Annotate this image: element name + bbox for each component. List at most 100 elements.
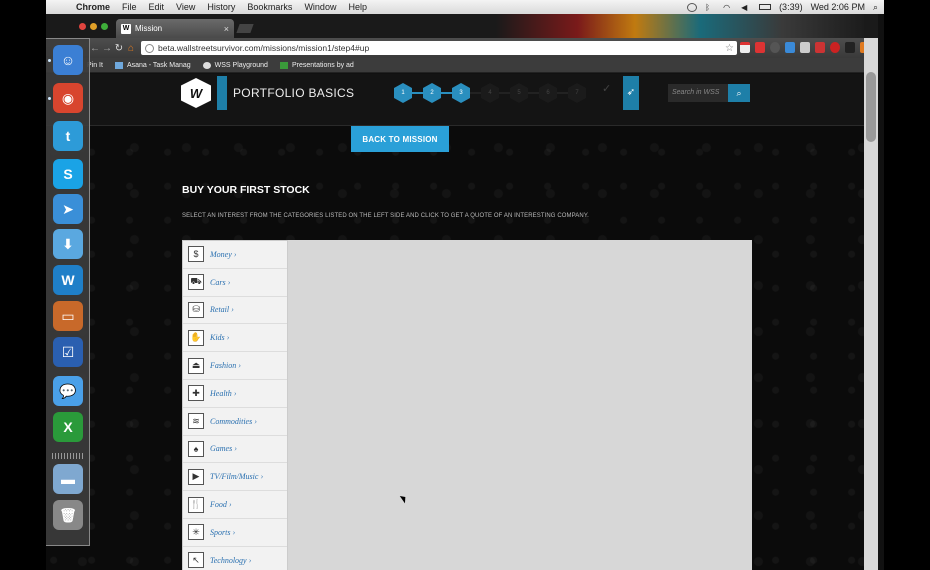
back-arrow-icon[interactable]: ← [90, 43, 100, 54]
extension-ghost-icon[interactable] [770, 42, 780, 53]
step-2[interactable]: 2 [423, 83, 441, 103]
extension-page-icon[interactable] [785, 42, 795, 53]
folder-icon[interactable]: ▬ [53, 464, 83, 494]
category-label[interactable]: Games › [210, 444, 237, 453]
url-text[interactable]: beta.wallstreetsurvivor.com/missions/mis… [158, 43, 369, 53]
category-item[interactable]: ⏏ Fashion › [183, 352, 287, 380]
address-bar[interactable]: beta.wallstreetsurvivor.com/missions/mis… [141, 41, 737, 55]
paper-plane-icon[interactable]: ➤ [53, 194, 83, 224]
page-info-icon[interactable] [145, 43, 154, 53]
cursor-icon: ↖ [188, 552, 204, 569]
new-tab-button[interactable] [236, 24, 254, 33]
extension-lastpass-icon[interactable] [830, 42, 840, 53]
category-label[interactable]: Food › [210, 500, 232, 509]
battery-icon[interactable] [759, 4, 772, 10]
category-item[interactable]: ♠ Games › [183, 436, 287, 464]
twitter-icon[interactable]: t [53, 121, 83, 151]
bookmark-presentations[interactable]: Presentations by ad [279, 61, 354, 69]
volume-icon[interactable]: ◀ [741, 3, 751, 12]
step-3[interactable]: 3 [452, 83, 470, 103]
extension-bug-icon[interactable] [815, 42, 825, 53]
menu-window[interactable]: Window [304, 2, 336, 12]
spade-icon: ♠ [188, 440, 204, 457]
wss-w-icon[interactable]: W [53, 265, 83, 295]
category-item[interactable]: $ Money › [183, 241, 287, 269]
step-1[interactable]: 1 [394, 83, 412, 103]
time-machine-icon[interactable] [687, 2, 698, 12]
folder-icon [114, 61, 123, 69]
category-label[interactable]: Fashion › [210, 361, 241, 370]
home-icon[interactable]: ⌂ [126, 43, 136, 54]
trash-icon[interactable]: 🗑 [53, 500, 83, 530]
bookmark-asana[interactable]: Asana - Task Manag [114, 61, 191, 69]
page-scrollbar[interactable] [864, 38, 878, 570]
extension-contrast-icon[interactable] [845, 42, 855, 53]
category-label[interactable]: TV/Film/Music › [210, 472, 263, 481]
category-label[interactable]: Kids › [210, 333, 229, 342]
menu-edit[interactable]: Edit [149, 2, 165, 12]
search-button[interactable]: ⌕ [728, 84, 750, 102]
logo-accent-bar [217, 76, 227, 110]
slideshow-icon[interactable]: ▭ [53, 301, 83, 331]
step-connector [557, 92, 568, 94]
extension-gmail-icon[interactable] [740, 42, 750, 53]
extension-plus-icon[interactable] [755, 42, 765, 53]
excel-icon[interactable]: X [53, 412, 83, 442]
category-label[interactable]: Health › [210, 389, 236, 398]
back-to-mission-button[interactable]: BACK TO MISSION [351, 126, 449, 152]
extension-square-icon[interactable] [800, 42, 810, 53]
media-play-icon: ▶ [188, 468, 204, 485]
tab-close-icon[interactable]: × [224, 24, 229, 34]
category-label[interactable]: Money › [210, 250, 236, 259]
menu-view[interactable]: View [176, 2, 195, 12]
spotlight-icon[interactable]: ⌕ [873, 2, 878, 13]
zoom-window-button[interactable] [101, 23, 108, 30]
scrollbar-thumb[interactable] [866, 72, 876, 142]
category-label[interactable]: Retail › [210, 305, 234, 314]
step-4: 4 [481, 83, 499, 103]
checkbox-app-icon[interactable]: ☑ [53, 337, 83, 367]
bookmark-label: Asana - Task Manag [126, 61, 191, 69]
chrome-icon[interactable]: ◉ [53, 83, 83, 113]
category-label[interactable]: Sports › [210, 528, 235, 537]
step-connector [470, 92, 481, 94]
category-item[interactable]: ▶ TV/Film/Music › [183, 463, 287, 492]
menu-history[interactable]: History [207, 2, 235, 12]
clock[interactable]: Wed 2:06 PM [811, 2, 865, 12]
menu-app-name[interactable]: Chrome [76, 2, 110, 12]
category-item[interactable]: 🍴 Food › [183, 491, 287, 519]
reload-icon[interactable]: ↻ [114, 43, 124, 54]
menu-help[interactable]: Help [348, 2, 367, 12]
category-item[interactable]: ✳ Sports › [183, 519, 287, 547]
minimize-window-button[interactable] [90, 23, 97, 30]
ball-icon: ✳ [188, 524, 204, 541]
wifi-icon[interactable]: ◠ [723, 3, 733, 12]
category-label[interactable]: Commodities › [210, 417, 257, 426]
close-window-button[interactable] [79, 23, 86, 30]
category-item[interactable]: ✚ Health › [183, 380, 287, 408]
search-input[interactable]: Search in WSS [668, 84, 728, 102]
menu-bookmarks[interactable]: Bookmarks [247, 2, 292, 12]
site-logo[interactable]: W [181, 78, 211, 108]
download-arrow-icon[interactable]: ⬇ [53, 229, 83, 259]
menu-file[interactable]: File [122, 2, 137, 12]
messages-icon[interactable]: 💬 [53, 376, 83, 406]
mac-dock: ☺ ◉ t S ➤ ⬇ W ▭ ☑ 💬 X ▬ 🗑 [46, 38, 90, 546]
rocket-icon[interactable]: ➶ [623, 76, 639, 110]
category-item[interactable]: ⛟ Cars › [183, 269, 287, 297]
bookmark-star-icon[interactable]: ☆ [725, 43, 734, 54]
browser-window: W Mission × ← → ↻ ⌂ beta.wallstreetsurvi… [46, 14, 884, 570]
step-connector [412, 92, 423, 94]
category-item[interactable]: ≋ Commodities › [183, 408, 287, 436]
bookmark-wss-playground[interactable]: WSS Playground [202, 61, 268, 69]
skype-icon[interactable]: S [53, 159, 83, 189]
category-item[interactable]: ↖ Technology › [183, 547, 287, 570]
browser-tab[interactable]: W Mission × [116, 19, 234, 38]
category-label[interactable]: Technology › [210, 556, 251, 565]
category-item[interactable]: ⛁ Retail › [183, 297, 287, 325]
forward-arrow-icon[interactable]: → [102, 43, 112, 54]
bluetooth-icon[interactable]: ᛒ [705, 3, 715, 12]
finder-icon[interactable]: ☺ [53, 45, 83, 75]
category-item[interactable]: ✋ Kids › [183, 324, 287, 353]
category-label[interactable]: Cars › [210, 278, 230, 287]
